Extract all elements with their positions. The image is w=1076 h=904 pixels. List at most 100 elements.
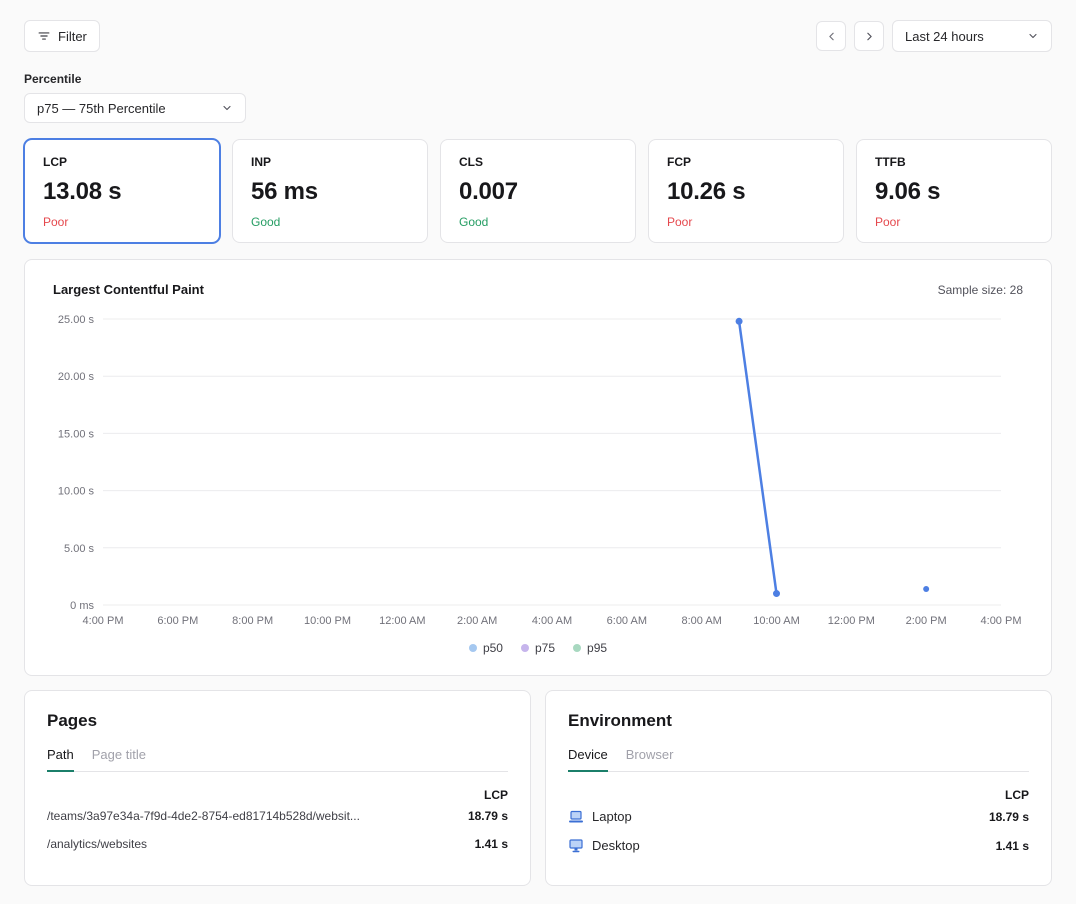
metric-label: LCP — [43, 155, 201, 169]
filter-icon — [37, 29, 51, 43]
svg-text:10:00 PM: 10:00 PM — [304, 615, 351, 627]
device-row[interactable]: Desktop 1.41 s — [568, 831, 1029, 860]
metric-rating: Poor — [667, 215, 825, 229]
metric-value: 10.26 s — [667, 178, 825, 206]
environment-title: Environment — [568, 711, 1029, 731]
svg-text:6:00 AM: 6:00 AM — [607, 615, 647, 627]
tab-browser[interactable]: Browser — [626, 747, 674, 772]
metric-card-cls[interactable]: CLS 0.007 Good — [440, 139, 636, 243]
svg-text:10.00 s: 10.00 s — [58, 486, 95, 498]
device-lcp-value: 18.79 s — [989, 810, 1029, 824]
percentile-label: Percentile — [24, 72, 1052, 86]
metric-value: 13.08 s — [43, 178, 201, 206]
pages-title: Pages — [47, 711, 508, 731]
pages-table-header: LCP — [47, 788, 508, 802]
svg-text:20.00 s: 20.00 s — [58, 371, 95, 383]
percentile-select[interactable]: p75 — 75th Percentile — [24, 93, 246, 123]
page-row[interactable]: /analytics/websites 1.41 s — [47, 830, 508, 858]
date-range-select[interactable]: Last 24 hours — [892, 20, 1052, 52]
device-lcp-value: 1.41 s — [996, 839, 1029, 853]
svg-text:4:00 AM: 4:00 AM — [532, 615, 572, 627]
lcp-chart-card: Largest Contentful Paint Sample size: 28… — [24, 259, 1052, 676]
metric-card-lcp[interactable]: LCP 13.08 s Poor — [24, 139, 220, 243]
metric-rating: Good — [459, 215, 617, 229]
svg-text:4:00 PM: 4:00 PM — [83, 615, 124, 627]
chart-header: Largest Contentful Paint Sample size: 28 — [53, 282, 1023, 297]
pages-panel: Pages Path Page title LCP /teams/3a97e34… — [24, 690, 531, 886]
svg-text:12:00 PM: 12:00 PM — [828, 615, 875, 627]
metric-card-ttfb[interactable]: TTFB 9.06 s Poor — [856, 139, 1052, 243]
page-path: /analytics/websites — [47, 837, 147, 851]
page-row[interactable]: /teams/3a97e34a-7f9d-4de2-8754-ed81714b5… — [47, 802, 508, 830]
lcp-column-header: LCP — [1005, 788, 1029, 802]
metrics-row: LCP 13.08 s Poor INP 56 ms Good CLS 0.00… — [24, 139, 1052, 243]
metric-rating: Good — [251, 215, 409, 229]
page-path: /teams/3a97e34a-7f9d-4de2-8754-ed81714b5… — [47, 809, 360, 823]
laptop-icon — [568, 810, 584, 824]
web-vitals-dashboard: Filter Last 24 hours Percentile — [0, 0, 1076, 904]
metric-value: 56 ms — [251, 178, 409, 206]
p75-dot-icon — [521, 644, 529, 652]
metric-card-inp[interactable]: INP 56 ms Good — [232, 139, 428, 243]
svg-text:25.00 s: 25.00 s — [58, 314, 95, 326]
metric-rating: Poor — [43, 215, 201, 229]
next-period-button[interactable] — [854, 21, 884, 51]
legend-label: p75 — [535, 641, 555, 655]
svg-text:10:00 AM: 10:00 AM — [753, 615, 799, 627]
device-label: Desktop — [592, 838, 640, 853]
lcp-line-chart: 0 ms 5.00 s 10.00 s 15.00 s 20.00 s 25.00 s 4:… — [53, 309, 1025, 631]
metric-value: 0.007 — [459, 178, 617, 206]
p95-dot-icon — [573, 644, 581, 652]
p50-dot-icon — [469, 644, 477, 652]
legend-label: p95 — [587, 641, 607, 655]
svg-text:5.00 s: 5.00 s — [64, 543, 94, 555]
legend-item-p50: p50 — [469, 641, 503, 655]
svg-text:4:00 PM: 4:00 PM — [981, 615, 1022, 627]
device-row[interactable]: Laptop 18.79 s — [568, 802, 1029, 831]
chevron-right-icon — [863, 30, 876, 43]
chevron-down-icon — [1027, 30, 1039, 42]
page-lcp-value: 18.79 s — [468, 809, 508, 823]
legend-label: p50 — [483, 641, 503, 655]
topbar: Filter Last 24 hours — [24, 20, 1052, 52]
svg-text:8:00 PM: 8:00 PM — [232, 615, 273, 627]
filter-button[interactable]: Filter — [24, 20, 100, 52]
tab-device[interactable]: Device — [568, 747, 608, 772]
prev-period-button[interactable] — [816, 21, 846, 51]
date-range-controls: Last 24 hours — [816, 20, 1052, 52]
metric-label: FCP — [667, 155, 825, 169]
svg-text:6:00 PM: 6:00 PM — [157, 615, 198, 627]
filter-button-label: Filter — [58, 29, 87, 44]
svg-text:2:00 AM: 2:00 AM — [457, 615, 497, 627]
chart-legend: p50 p75 p95 — [53, 641, 1023, 661]
svg-text:0 ms: 0 ms — [70, 600, 94, 612]
sample-size-label: Sample size: 28 — [938, 283, 1023, 297]
metric-label: CLS — [459, 155, 617, 169]
svg-text:15.00 s: 15.00 s — [58, 428, 95, 440]
environment-tabs: Device Browser — [568, 747, 1029, 772]
device-label: Laptop — [592, 809, 632, 824]
chevron-left-icon — [825, 30, 838, 43]
metric-rating: Poor — [875, 215, 1033, 229]
chevron-down-icon — [221, 102, 233, 114]
percentile-section: Percentile p75 — 75th Percentile — [24, 72, 1052, 123]
lcp-column-header: LCP — [484, 788, 508, 802]
metric-label: TTFB — [875, 155, 1033, 169]
tab-page-title[interactable]: Page title — [92, 747, 146, 772]
desktop-icon — [568, 839, 584, 853]
environment-panel: Environment Device Browser LCP Laptop 18… — [545, 690, 1052, 886]
legend-item-p95: p95 — [573, 641, 607, 655]
bottom-row: Pages Path Page title LCP /teams/3a97e34… — [24, 690, 1052, 886]
pages-tabs: Path Page title — [47, 747, 508, 772]
date-range-value: Last 24 hours — [905, 29, 984, 44]
svg-text:12:00 AM: 12:00 AM — [379, 615, 425, 627]
svg-text:8:00 AM: 8:00 AM — [681, 615, 721, 627]
environment-table-header: LCP — [568, 788, 1029, 802]
metric-card-fcp[interactable]: FCP 10.26 s Poor — [648, 139, 844, 243]
legend-item-p75: p75 — [521, 641, 555, 655]
percentile-value: p75 — 75th Percentile — [37, 101, 166, 116]
tab-path[interactable]: Path — [47, 747, 74, 772]
metric-label: INP — [251, 155, 409, 169]
chart-title: Largest Contentful Paint — [53, 282, 204, 297]
page-lcp-value: 1.41 s — [475, 837, 508, 851]
